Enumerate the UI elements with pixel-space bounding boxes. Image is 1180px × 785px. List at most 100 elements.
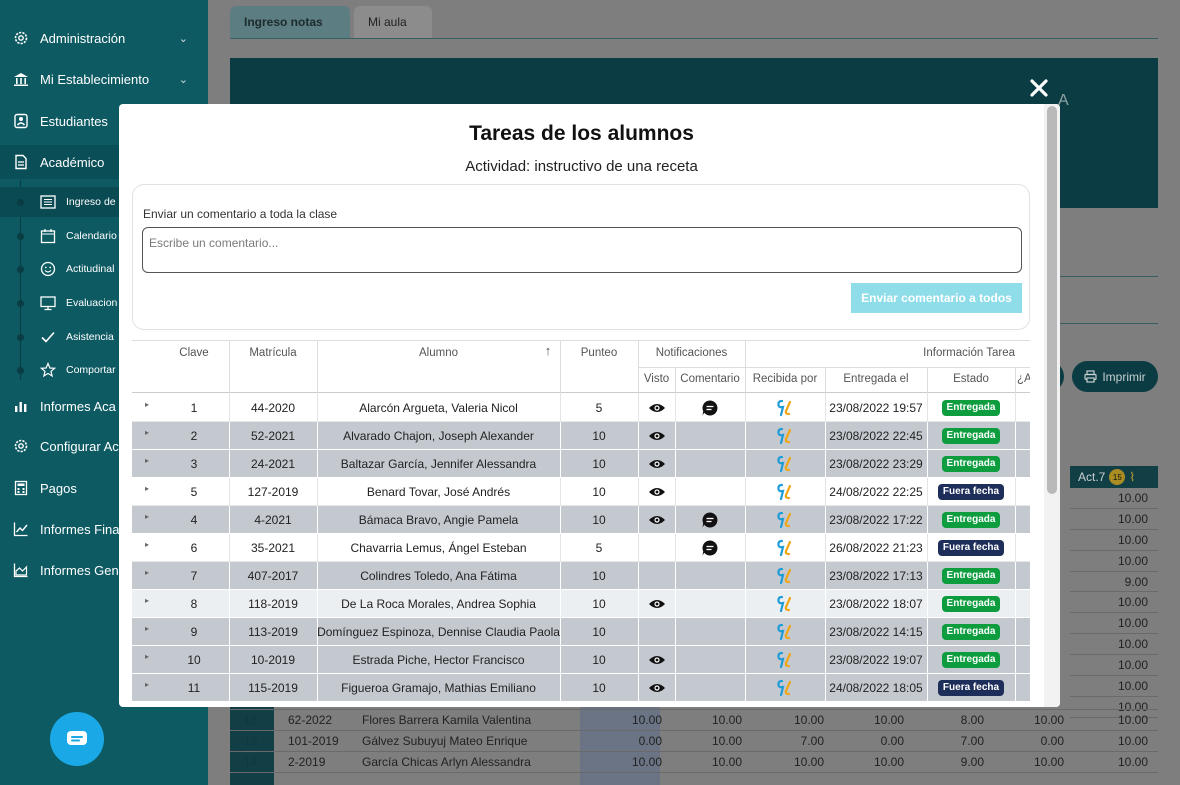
- cell-comentario[interactable]: [675, 646, 745, 674]
- expand-row-icon[interactable]: ▸: [142, 646, 152, 674]
- grade-cell[interactable]: 10.00: [1096, 713, 1148, 727]
- grade-cell[interactable]: 10.00: [772, 755, 824, 769]
- grade-cell[interactable]: 10.00: [1070, 613, 1158, 635]
- sidebar-item-administracion[interactable]: Administración ⌄: [0, 21, 208, 55]
- send-comment-all-button[interactable]: Enviar comentario a todos: [851, 283, 1022, 313]
- cell-punteo[interactable]: 10: [560, 646, 638, 674]
- expand-row-icon[interactable]: ▸: [142, 590, 152, 618]
- grade-cell[interactable]: 9.00: [1070, 572, 1158, 593]
- cell-comentario[interactable]: [675, 506, 745, 534]
- expand-row-icon[interactable]: ▸: [142, 562, 152, 590]
- grade-cell[interactable]: 10.00: [1096, 734, 1148, 748]
- cell-punteo[interactable]: 10: [560, 590, 638, 618]
- col-clave[interactable]: Clave: [172, 347, 216, 359]
- grade-cell[interactable]: 10.00: [772, 713, 824, 727]
- table-row[interactable]: ▸ 11 115-2019 Figueroa Gramajo, Mathias Emi…: [132, 674, 1030, 702]
- grade-cell[interactable]: 10.00: [1070, 655, 1158, 677]
- cell-punteo[interactable]: 10: [560, 618, 638, 646]
- grade-cell[interactable]: 10.00: [1070, 592, 1158, 614]
- col-extra[interactable]: ¿A: [1017, 373, 1030, 385]
- grade-cell[interactable]: 10.00: [1070, 634, 1158, 656]
- cell-comentario[interactable]: [675, 674, 745, 702]
- cell-comentario[interactable]: [675, 450, 745, 478]
- grade-cell[interactable]: 9.00: [932, 755, 984, 769]
- expand-row-icon[interactable]: ▸: [142, 534, 152, 562]
- table-row[interactable]: ▸ 8 118-2019 De La Roca Morales, Andrea Sop…: [132, 590, 1030, 618]
- col-punteo[interactable]: Punteo: [560, 347, 638, 359]
- grade-cell[interactable]: 10.00: [852, 755, 904, 769]
- table-row[interactable]: 13 101-2019 Gálvez Subuyuj Mateo Enrique…: [230, 731, 1158, 752]
- cell-comentario[interactable]: [675, 394, 745, 422]
- table-row[interactable]: ▸ 1 44-2020 Alarcón Argueta, Valeria Nicol 5…: [132, 394, 1030, 422]
- cell-comentario[interactable]: [675, 562, 745, 590]
- expand-row-icon[interactable]: ▸: [142, 422, 152, 450]
- table-row[interactable]: ▸ 4 4-2021 Bámaca Bravo, Angie Pamela 10 23/0…: [132, 506, 1030, 534]
- expand-row-icon[interactable]: ▸: [142, 674, 152, 702]
- tab-ingreso-notas[interactable]: Ingreso notas: [230, 6, 350, 38]
- grade-cell[interactable]: 0.00: [1012, 734, 1064, 748]
- grade-cell[interactable]: 0.00: [610, 734, 662, 748]
- table-row[interactable]: ▸ 6 35-2021 Chavarria Lemus, Ángel Esteban 5…: [132, 534, 1030, 562]
- col-estado[interactable]: Estado: [927, 373, 1015, 385]
- cell-punteo[interactable]: 5: [560, 394, 638, 422]
- grade-cell[interactable]: 10.00: [1070, 509, 1158, 530]
- col-matricula[interactable]: Matrícula: [229, 347, 317, 359]
- col-alumno[interactable]: Alumno: [317, 347, 560, 359]
- col-visto[interactable]: Visto: [638, 373, 675, 385]
- grade-cell[interactable]: 10.00: [610, 713, 662, 727]
- col-comentario[interactable]: Comentario: [675, 373, 745, 385]
- grade-cell[interactable]: 10.00: [1070, 676, 1158, 697]
- cell-comentario[interactable]: [675, 422, 745, 450]
- cell-punteo[interactable]: 10: [560, 506, 638, 534]
- sidebar-item-mi-establecimiento[interactable]: Mi Establecimiento ⌄: [0, 62, 208, 96]
- grade-cell[interactable]: 8.00: [932, 713, 984, 727]
- table-row[interactable]: ▸ 3 24-2021 Baltazar García, Jennifer Aless…: [132, 450, 1030, 478]
- grade-cell[interactable]: 10.00: [1012, 755, 1064, 769]
- grade-cell[interactable]: 7.00: [772, 734, 824, 748]
- col-recibida[interactable]: Recibida por: [745, 373, 825, 385]
- expand-row-icon[interactable]: ▸: [142, 450, 152, 478]
- cell-comentario[interactable]: [675, 534, 745, 562]
- cell-punteo[interactable]: 10: [560, 422, 638, 450]
- grade-cell[interactable]: 10.00: [1012, 713, 1064, 727]
- grade-cell[interactable]: 10.00: [690, 713, 742, 727]
- expand-row-icon[interactable]: ▸: [142, 394, 152, 422]
- modal-scrollbar[interactable]: [1044, 104, 1060, 707]
- close-modal-button[interactable]: [1026, 76, 1052, 102]
- table-row[interactable]: ▸ 7 407-2017 Colindres Toledo, Ana Fátima 10…: [132, 562, 1030, 590]
- cell-comentario[interactable]: [675, 478, 745, 506]
- grade-cell[interactable]: 10.00: [1096, 755, 1148, 769]
- grade-cell[interactable]: 10.00: [610, 755, 662, 769]
- cell-punteo[interactable]: 5: [560, 534, 638, 562]
- table-row[interactable]: 14 2-2019 García Chicas Arlyn Alessandra…: [230, 752, 1158, 773]
- activity-column-header[interactable]: Act.7 15 ⌇: [1070, 466, 1158, 488]
- grade-cell[interactable]: 10.00: [690, 755, 742, 769]
- chat-button[interactable]: [50, 712, 104, 766]
- grade-cell[interactable]: 10.00: [1070, 530, 1158, 551]
- cell-punteo[interactable]: 10: [560, 478, 638, 506]
- expand-row-icon[interactable]: ▸: [142, 618, 152, 646]
- cell-comentario[interactable]: [675, 590, 745, 618]
- expand-row-icon[interactable]: ▸: [142, 478, 152, 506]
- scrollbar-thumb[interactable]: [1047, 106, 1057, 494]
- comment-input[interactable]: [142, 227, 1022, 273]
- cell-punteo[interactable]: 10: [560, 674, 638, 702]
- table-row[interactable]: ▸ 9 113-2019 Domínguez Espinoza, Dennise Cl…: [132, 618, 1030, 646]
- grade-cell[interactable]: 7.00: [932, 734, 984, 748]
- col-entregada[interactable]: Entregada el: [825, 373, 927, 385]
- grade-cell[interactable]: 10.00: [1070, 551, 1158, 572]
- tab-mi-aula[interactable]: Mi aula: [354, 6, 432, 38]
- cell-comentario[interactable]: [675, 618, 745, 646]
- cell-punteo[interactable]: 10: [560, 562, 638, 590]
- grade-cell[interactable]: 10.00: [852, 713, 904, 727]
- grade-cell[interactable]: 10.00: [690, 734, 742, 748]
- print-button[interactable]: Imprimir: [1072, 361, 1158, 392]
- grade-cell[interactable]: 10.00: [1070, 488, 1158, 509]
- expand-row-icon[interactable]: ▸: [142, 506, 152, 534]
- table-row[interactable]: 12 62-2022 Flores Barrera Kamila Valenti…: [230, 710, 1158, 731]
- table-row[interactable]: ▸ 10 10-2019 Estrada Piche, Hector Francisc…: [132, 646, 1030, 674]
- table-row[interactable]: ▸ 2 52-2021 Alvarado Chajon, Joseph Alexand…: [132, 422, 1030, 450]
- cell-punteo[interactable]: 10: [560, 450, 638, 478]
- sort-up-icon[interactable]: ↑: [542, 343, 554, 358]
- grade-cell[interactable]: 0.00: [852, 734, 904, 748]
